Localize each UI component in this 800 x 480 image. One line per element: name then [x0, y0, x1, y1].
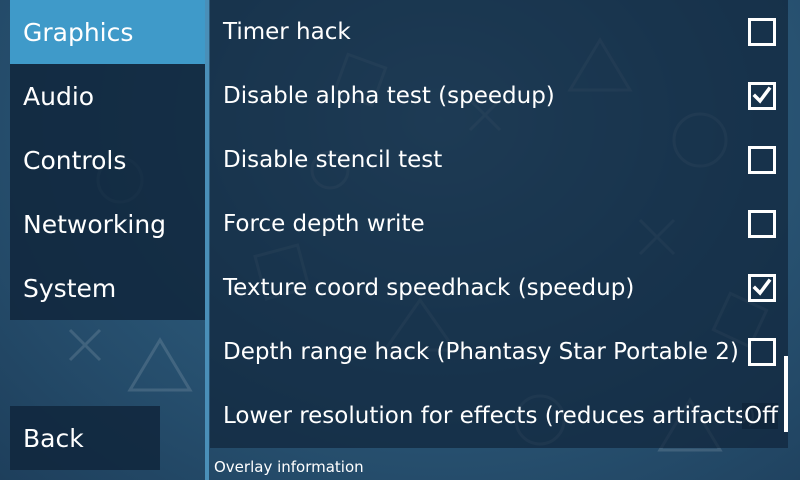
checkbox[interactable]: [748, 210, 776, 238]
tab-controls[interactable]: Controls: [10, 128, 208, 192]
setting-force-depth-write[interactable]: Force depth write: [210, 192, 788, 256]
tab-graphics-label: Graphics: [23, 17, 134, 47]
setting-disable-alpha-test[interactable]: Disable alpha test (speedup): [210, 64, 788, 128]
settings-list[interactable]: Timer hack Disable alpha test (speedup) …: [210, 0, 788, 448]
tab-networking-label: Networking: [23, 209, 167, 239]
tab-networking[interactable]: Networking: [10, 192, 208, 256]
panel-divider: [205, 0, 209, 480]
checkbox[interactable]: [748, 146, 776, 174]
setting-label: Timer hack: [223, 19, 351, 45]
scrollbar[interactable]: [784, 356, 788, 432]
checkbox[interactable]: [748, 274, 776, 302]
checkmark-icon: [752, 278, 772, 296]
setting-label: Disable alpha test (speedup): [223, 83, 555, 109]
setting-depth-range-hack[interactable]: Depth range hack (Phantasy Star Portable…: [210, 320, 788, 384]
setting-disable-stencil-test[interactable]: Disable stencil test: [210, 128, 788, 192]
checkmark-icon: [752, 86, 772, 104]
setting-label: Disable stencil test: [223, 147, 443, 173]
tab-audio[interactable]: Audio: [10, 64, 208, 128]
back-button[interactable]: Back: [10, 406, 160, 470]
tab-controls-label: Controls: [23, 145, 127, 175]
setting-label: Lower resolution for effects (reduces ar…: [223, 403, 756, 429]
checkbox[interactable]: [748, 18, 776, 46]
tab-graphics[interactable]: Graphics: [10, 0, 208, 64]
setting-label: Depth range hack (Phantasy Star Portable…: [223, 339, 739, 365]
back-button-label: Back: [23, 423, 84, 453]
setting-label: Texture coord speedhack (speedup): [223, 275, 635, 301]
setting-timer-hack[interactable]: Timer hack: [210, 0, 788, 64]
setting-value: Off: [742, 403, 778, 429]
checkbox[interactable]: [748, 338, 776, 366]
setting-lower-resolution-effects[interactable]: Lower resolution for effects (reduces ar…: [210, 384, 788, 448]
section-header-overlay-information: Overlay information: [214, 458, 364, 476]
setting-label: Force depth write: [223, 211, 425, 237]
tab-system-label: System: [23, 273, 117, 303]
tab-audio-label: Audio: [23, 81, 95, 111]
tab-system[interactable]: System: [10, 256, 208, 320]
checkbox[interactable]: [748, 82, 776, 110]
setting-texture-coord-speedhack[interactable]: Texture coord speedhack (speedup): [210, 256, 788, 320]
